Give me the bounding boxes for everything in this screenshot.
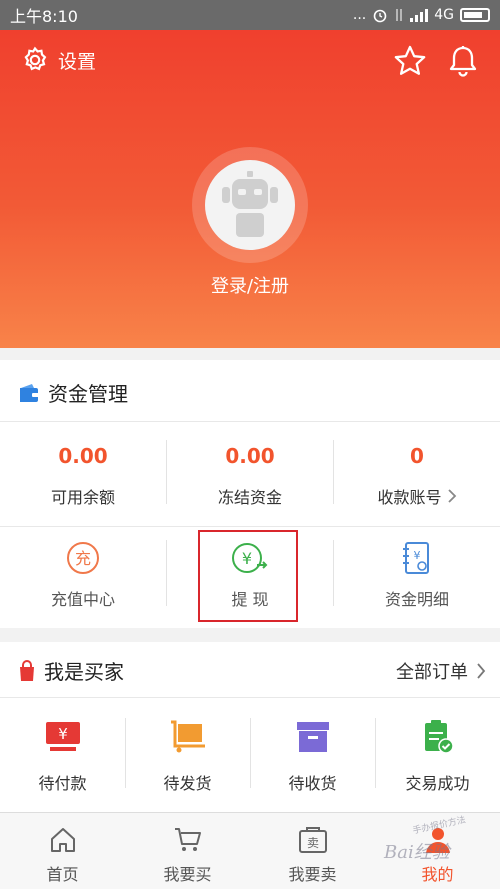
bell-icon (449, 46, 477, 77)
payee-accounts-value: 0 (410, 444, 424, 468)
chevron-right-icon (477, 663, 486, 679)
sell-icon-wrap: 卖 (250, 823, 375, 857)
wallet-icon (20, 383, 39, 402)
pending-receipt-icon-wrap (250, 718, 375, 756)
cart-icon-wrap (125, 823, 250, 857)
chevron-right-icon (447, 489, 456, 503)
battery-icon (460, 8, 490, 22)
pending-payment-button[interactable]: ¥ 待付款 (0, 718, 125, 794)
baidu-jingyan-watermark: Bai经验 (384, 842, 450, 863)
payee-accounts[interactable]: 0 收款账号 (334, 444, 500, 508)
tab-buy-label: 我要买 (163, 865, 212, 884)
sell-icon: 卖 (298, 827, 327, 853)
tab-sell-label: 我要卖 (288, 865, 337, 884)
avatar-frame (205, 160, 295, 250)
home-icon (50, 828, 75, 852)
recharge-center-label: 充值中心 (50, 590, 115, 609)
alarm-icon (373, 9, 387, 23)
trade-success-button[interactable]: 交易成功 (375, 718, 500, 794)
frozen-funds-value: 0.00 (225, 444, 275, 468)
trade-success-icon-wrap (375, 718, 500, 756)
tab-home-label: 首页 (46, 865, 79, 884)
payee-accounts-row: 收款账号 (334, 484, 500, 508)
funds-section-title: 资金管理 (18, 378, 128, 407)
buyer-card: 我是买家 全部订单 ¥ 待付款 待发货 待收货 交易成功 (0, 642, 500, 812)
pending-shipment-button[interactable]: 待发货 (125, 718, 250, 794)
notifications-button[interactable] (446, 44, 480, 82)
more-dots-icon: ... (352, 7, 367, 23)
tab-mine-label: 我的 (421, 865, 454, 884)
fund-details-icon-wrap: ¥ (334, 540, 500, 576)
gear-icon (24, 46, 47, 71)
divider (0, 526, 500, 527)
recharge-icon: 充 (67, 542, 99, 574)
pending-payment-icon-wrap: ¥ (0, 718, 125, 756)
all-orders-link[interactable]: 全部订单 (396, 658, 486, 684)
tab-sell[interactable]: 卖 我要卖 (250, 813, 375, 889)
data-arrows-icon (396, 9, 403, 21)
settings-button[interactable]: 设置 (20, 45, 96, 75)
network-type: 4G (434, 7, 454, 23)
details-notebook-icon: ¥ (403, 542, 429, 574)
pending-receipt-button[interactable]: 待收货 (250, 718, 375, 794)
frozen-funds-label: 冻结资金 (217, 488, 282, 507)
status-time: 上午8:10 (10, 7, 78, 26)
all-orders-label: 全部订单 (396, 662, 468, 683)
shopping-bag-icon (20, 659, 34, 681)
pending-shipment-label: 待发货 (163, 774, 212, 793)
available-balance[interactable]: 0.00 可用余额 (0, 444, 166, 508)
sell-glyph: 卖 (306, 836, 318, 850)
buyer-section-title: 我是买家 (18, 656, 124, 685)
status-bar: 上午8:10 ... 4G (0, 0, 500, 30)
login-register-link[interactable]: 登录/注册 (0, 272, 500, 298)
signal-icon (410, 8, 429, 22)
pending-payment-glyph: ¥ (58, 725, 68, 743)
payee-accounts-label: 收款账号 (377, 488, 442, 507)
pending-receipt-icon (296, 722, 329, 752)
pending-receipt-label: 待收货 (288, 774, 337, 793)
pending-shipment-icon (170, 720, 205, 753)
cart-icon (174, 828, 201, 851)
avatar[interactable] (192, 147, 308, 263)
divider (0, 421, 500, 422)
star-icon (394, 45, 426, 75)
frozen-funds[interactable]: 0.00 冻结资金 (167, 444, 333, 508)
fund-details-button[interactable]: ¥ 资金明细 (334, 540, 500, 610)
available-balance-label: 可用余额 (50, 488, 115, 507)
recharge-icon-wrap: 充 (0, 540, 166, 576)
robot-avatar-icon (222, 171, 278, 237)
favorites-button[interactable] (393, 44, 427, 82)
tab-buy[interactable]: 我要买 (125, 813, 250, 889)
fund-details-label: 资金明细 (384, 590, 449, 609)
pending-shipment-icon-wrap (125, 718, 250, 756)
trade-success-icon (424, 720, 454, 754)
pending-payment-icon: ¥ (45, 722, 80, 751)
recharge-center-button[interactable]: 充 充值中心 (0, 540, 166, 610)
withdraw-highlight-box (198, 530, 298, 622)
funds-title: 资金管理 (48, 382, 128, 406)
settings-label: 设置 (58, 50, 97, 73)
profile-header: 设置 登录/注册 (0, 30, 500, 348)
trade-success-label: 交易成功 (405, 774, 470, 793)
recharge-glyph: 充 (75, 549, 91, 568)
divider (0, 697, 500, 698)
buyer-title: 我是买家 (44, 660, 124, 684)
status-icons: ... 4G (353, 7, 490, 23)
tab-home[interactable]: 首页 (0, 813, 125, 889)
pending-payment-label: 待付款 (38, 774, 87, 793)
available-balance-value: 0.00 (58, 444, 108, 468)
fund-details-glyph: ¥ (414, 549, 421, 562)
home-icon-wrap (0, 823, 125, 857)
